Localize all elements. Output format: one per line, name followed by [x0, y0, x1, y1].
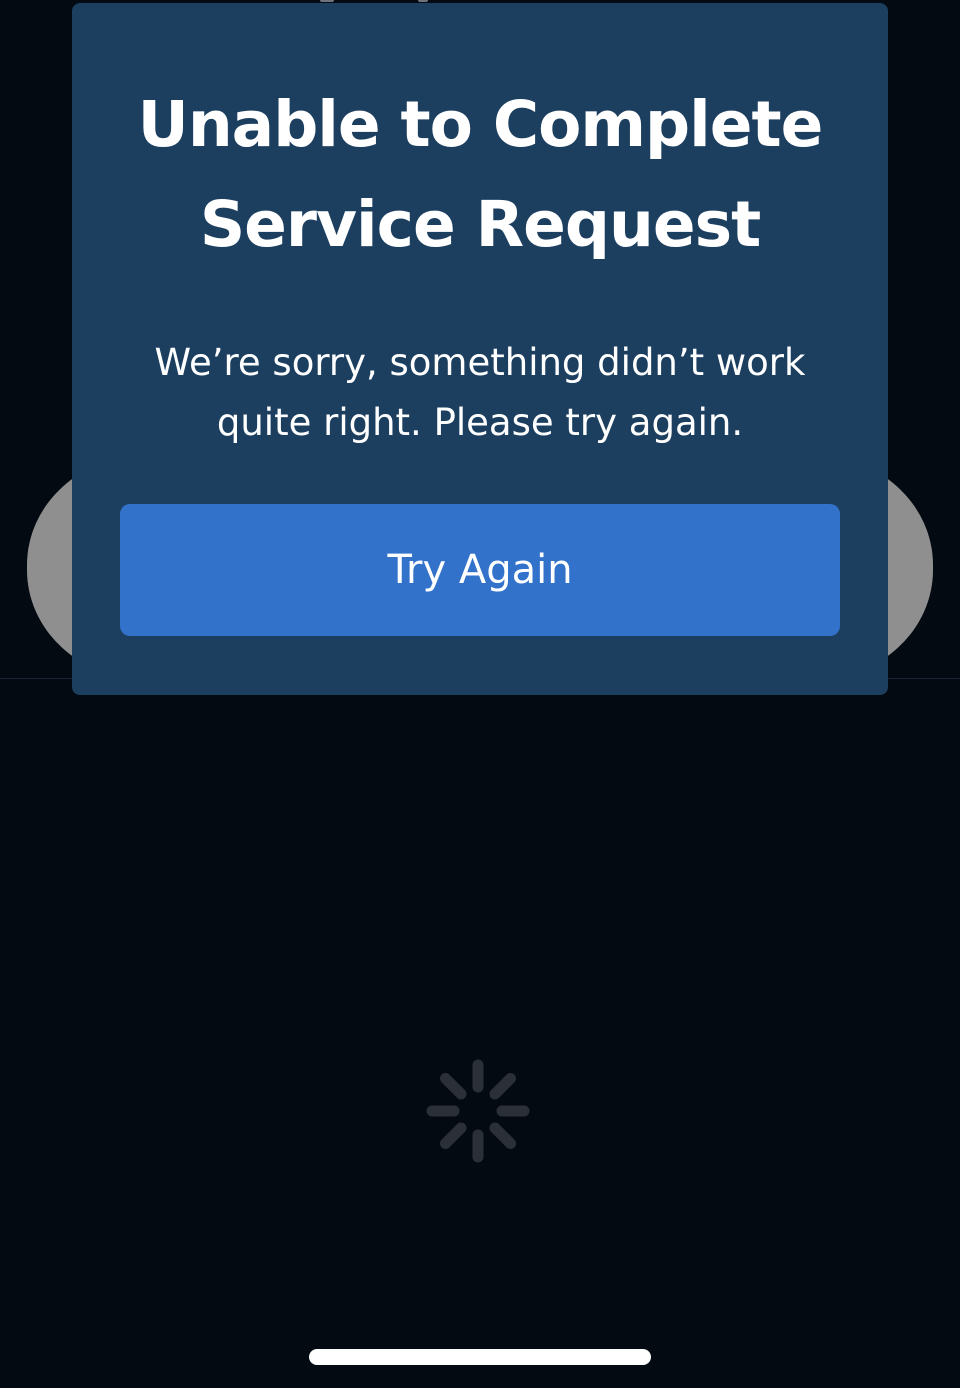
loading-spinner-icon: [426, 1059, 530, 1163]
modal-title: Unable to Complete Service Request: [137, 88, 824, 261]
home-indicator[interactable]: [309, 1349, 651, 1365]
try-again-button[interactable]: Try Again: [120, 504, 840, 636]
modal-message: We’re sorry, something didn’t work quite…: [154, 341, 806, 444]
error-modal: Unable to Complete Service Request We’re…: [72, 3, 888, 695]
screen: Unable to Complete Service Request We’re…: [0, 0, 960, 1388]
